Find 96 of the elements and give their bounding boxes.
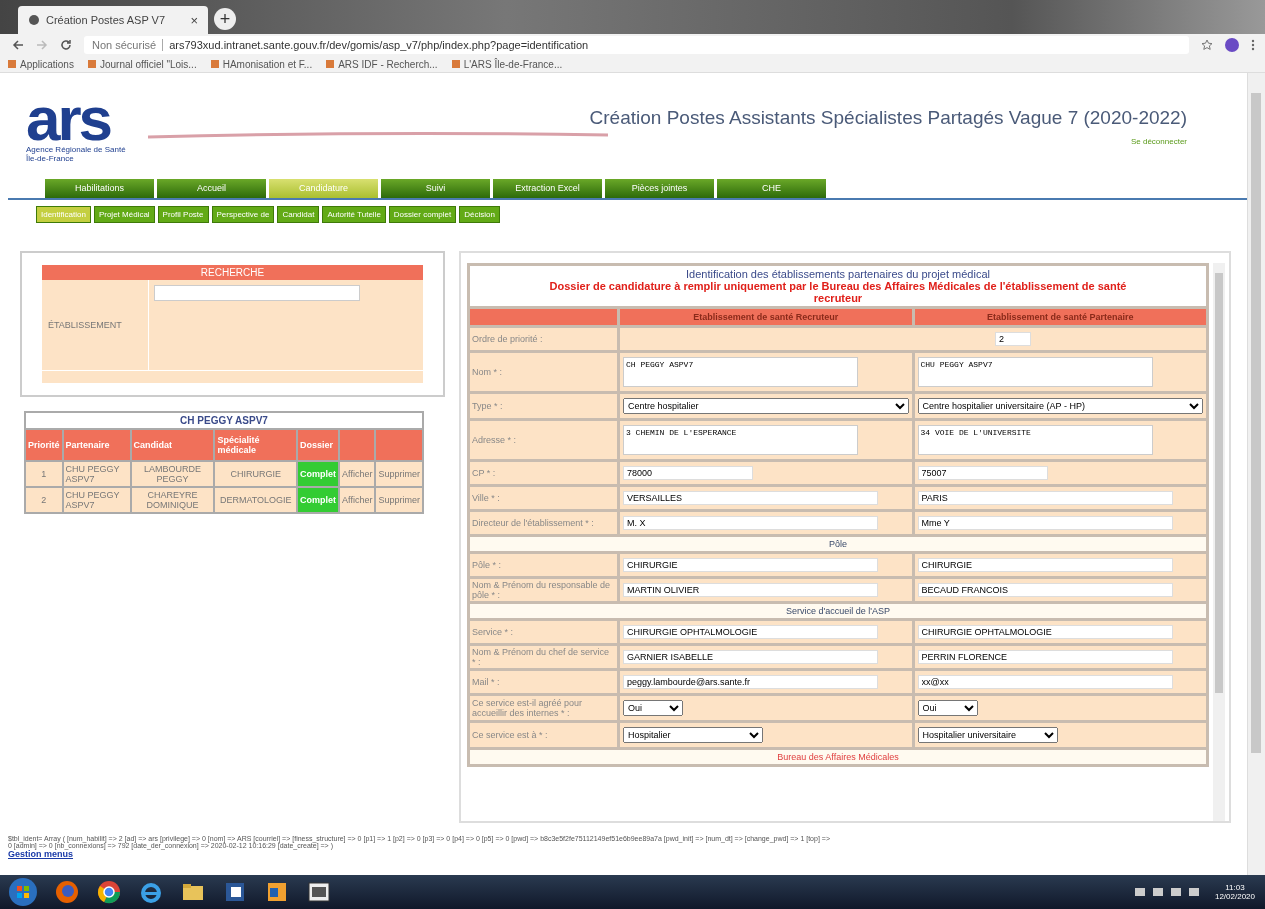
dropdown[interactable]: Centre hospitalier universitaire (AP - HP) <box>917 398 1203 414</box>
text-field[interactable]: BECAUD FRANCOIS <box>917 583 1173 597</box>
field-label: Nom & Prénom du responsable de pôle * : <box>468 577 619 603</box>
text-field[interactable]: CHIRURGIE <box>623 558 878 572</box>
field-label: Directeur de l'établissement * : <box>468 510 619 536</box>
field-label: Ce service est-il agréé pour accueillir des internes * : <box>468 694 619 722</box>
table-cell: 1 <box>25 461 63 487</box>
start-button[interactable] <box>8 877 38 907</box>
text-area[interactable]: CHU PEGGY ASPV7 <box>917 357 1153 387</box>
dropdown[interactable]: Oui <box>623 700 683 716</box>
field-label: Ordre de priorité : <box>468 326 619 352</box>
star-icon[interactable] <box>1201 39 1213 51</box>
column-header: Spécialité médicale <box>214 429 298 461</box>
section-heading: Bureau des Affaires Médicales <box>777 752 899 762</box>
logout-link[interactable]: Se déconnecter <box>1130 137 1187 146</box>
text-field[interactable]: M. X <box>623 516 878 530</box>
table-cell: CHU PEGGY ASPV7 <box>62 461 131 487</box>
text-field[interactable]: 75007 <box>917 466 1048 480</box>
tab-title: Création Postes ASP V7 <box>46 14 167 26</box>
text-field[interactable]: CHIRURGIE OPHTALMOLOGIE <box>917 625 1173 639</box>
field-label: Nom * : <box>468 351 619 393</box>
table-cell: DERMATOLOGIE <box>214 487 298 513</box>
logo-text: ars <box>26 93 111 145</box>
field-label: Service * : <box>468 619 619 645</box>
profile-icon[interactable] <box>1225 38 1239 52</box>
reload-icon[interactable] <box>60 39 72 51</box>
field-label: Mail * : <box>468 669 619 695</box>
nav-tab[interactable]: Accueil <box>157 179 266 198</box>
close-tab-button[interactable]: × <box>190 12 198 28</box>
table-cell: LAMBOURDE PEGGY <box>130 461 215 487</box>
vertical-scrollbar[interactable] <box>1213 263 1225 821</box>
text-field[interactable]: 78000 <box>623 466 753 480</box>
bookmark-link[interactable]: HAmonisation et F... <box>210 58 313 70</box>
nav-tab[interactable]: Extraction Excel <box>493 179 602 198</box>
bookmark-link[interactable]: Journal officiel "Lois... <box>87 58 197 70</box>
bookmark-link[interactable]: L'ARS Île-de-France... <box>451 58 563 70</box>
text-field[interactable]: MARTIN OLIVIER <box>623 583 878 597</box>
field-label: Ce service est à * : <box>468 721 619 749</box>
column-header: Candidat <box>130 429 215 461</box>
bookmark-link[interactable]: ARS IDF - Recherch... <box>326 58 438 70</box>
logo-subtitle: Agence Régionale de Santé Île-de-France <box>26 145 127 163</box>
dropdown[interactable]: Hospitalier <box>623 727 763 743</box>
field-label: Ville * : <box>468 485 619 511</box>
form-title: Identification des établissements partenaires du projet médical <box>685 268 991 280</box>
section-heading: Pôle <box>829 539 847 549</box>
browser-icon[interactable] <box>96 879 122 905</box>
field-label: Type * : <box>468 392 619 420</box>
text-area[interactable]: 3 CHEMIN DE L'ESPERANCE <box>623 425 858 455</box>
clock-time: 11:03 <box>1225 883 1245 892</box>
dropdown[interactable]: Hospitalier universitaire <box>917 727 1058 743</box>
column-header: Priorité <box>25 429 63 461</box>
text-field[interactable]: PERRIN FLORENCE <box>917 650 1173 664</box>
dropdown[interactable]: Centre hospitalier <box>623 398 909 414</box>
text-area[interactable]: 34 VOIE DE L'UNIVERSITE <box>917 425 1153 455</box>
nav-tab[interactable]: Habilitations <box>45 179 154 198</box>
table-cell: 2 <box>25 487 63 513</box>
text-field[interactable]: PARIS <box>917 491 1173 505</box>
nav-tab[interactable]: Suivi <box>381 179 490 198</box>
search-field[interactable] <box>154 285 360 301</box>
browser-tab[interactable]: Création Postes ASP V7 × <box>18 6 208 34</box>
text-field[interactable]: GARNIER ISABELLE <box>623 650 878 664</box>
table-title: CH PEGGY ASPV7 <box>25 412 423 429</box>
text-field[interactable]: peggy.lambourde@ars.sante.fr <box>623 675 878 689</box>
new-tab-button[interactable]: + <box>214 8 236 30</box>
table-cell: CHIRURGIE <box>214 461 298 487</box>
swoosh-line-icon <box>148 131 608 139</box>
form-subtitle: Dossier de candidature à remplir uniquement par le Bureau des Affaires Médicales de l'établissement de santé recruteur <box>548 280 1128 304</box>
text-field[interactable]: xx@xx <box>917 675 1173 689</box>
column-header: Partenaire <box>62 429 131 461</box>
vertical-scrollbar[interactable] <box>1247 73 1265 875</box>
window-icon[interactable] <box>306 879 332 905</box>
field-label: Adresse * : <box>468 419 619 461</box>
table-cell: CHAREYRE DOMINIQUE <box>130 487 215 513</box>
page-title: Création Postes Assistants Spécialistes Partagés Vague 7 (2020-2022) <box>589 107 1187 129</box>
field-label: Pôle * : <box>468 552 619 578</box>
search-heading: RECHERCHE <box>42 265 423 280</box>
field-label: ÉTABLISSEMENT <box>42 280 149 370</box>
text-area[interactable]: CH PEGGY ASPV7 <box>623 357 858 387</box>
text-field[interactable]: CHIRURGIE <box>917 558 1173 572</box>
table-cell: CHU PEGGY ASPV7 <box>62 487 131 513</box>
nav-tab[interactable]: CHE <box>717 179 826 198</box>
back-icon[interactable] <box>12 39 24 51</box>
text-field[interactable]: CHIRURGIE OPHTALMOLOGIE <box>623 625 878 639</box>
nav-tab[interactable]: Pièces jointes <box>605 179 714 198</box>
dropdown[interactable]: Oui <box>917 700 978 716</box>
field-label: Nom & Prénom du chef de service * : <box>468 644 619 670</box>
section-heading: Service d'accueil de l'ASP <box>786 606 890 616</box>
menu-link[interactable]: Gestion menus <box>8 849 73 859</box>
text-field[interactable]: Mme Y <box>917 516 1173 530</box>
menu-icon[interactable] <box>1251 39 1255 51</box>
priority-field[interactable]: 2 <box>995 332 1031 346</box>
address-bar[interactable]: Non sécurisé ars793xud.intranet.sante.gouv.fr/dev/gomis/asp_v7/php/index.php?page=identification <box>84 36 1189 54</box>
clock-date: 12/02/2020 <box>1214 892 1255 901</box>
bookmark-link[interactable]: Applications <box>8 58 74 70</box>
text-field[interactable]: VERSAILLES <box>623 491 878 505</box>
field-label: CP * : <box>468 460 619 486</box>
